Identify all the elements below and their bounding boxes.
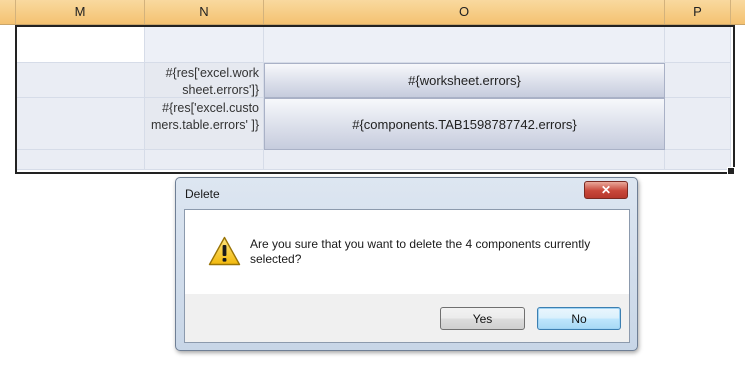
- cell-m4[interactable]: [16, 150, 145, 170]
- cell-o4[interactable]: [264, 150, 665, 170]
- cell-p4[interactable]: [665, 150, 731, 170]
- close-button[interactable]: ✕: [584, 181, 628, 199]
- cell-o2-expression[interactable]: #{worksheet.errors}: [264, 63, 665, 98]
- expression-text: #{components.TAB1598787742.errors}: [352, 116, 577, 132]
- cell-m2[interactable]: [16, 63, 145, 98]
- cell-o3-expression[interactable]: #{components.TAB1598787742.errors}: [264, 98, 665, 150]
- expression-text: #{worksheet.errors}: [408, 73, 521, 88]
- column-header-p[interactable]: P: [665, 0, 731, 24]
- cell-n3-label-key[interactable]: #{res['excel.custo mers.table.errors' ]}: [145, 98, 264, 150]
- warning-icon: [208, 236, 241, 266]
- confirmation-message: Are you sure that you want to delete the…: [250, 237, 591, 266]
- message-area: Are you sure that you want to delete the…: [185, 210, 629, 294]
- cell-n4[interactable]: [145, 150, 264, 170]
- column-header-left-stub[interactable]: [0, 0, 16, 24]
- cell-n1[interactable]: [145, 25, 264, 63]
- cell-n2-label-key[interactable]: #{res['excel.work sheet.errors']}: [145, 63, 264, 98]
- close-icon: ✕: [600, 183, 612, 197]
- column-header-o[interactable]: O: [264, 0, 665, 24]
- yes-button[interactable]: Yes: [440, 307, 525, 330]
- dialog-title: Delete: [185, 187, 220, 201]
- cell-p2[interactable]: [665, 63, 731, 98]
- delete-dialog: Delete ✕ Are you sure that you want to d…: [175, 177, 638, 351]
- no-button[interactable]: No: [537, 307, 621, 330]
- label-key-text: #{res['excel.work sheet.errors']}: [165, 66, 259, 97]
- cell-m3[interactable]: [16, 98, 145, 150]
- label-key-text: #{res['excel.custo mers.table.errors' ]}: [151, 101, 259, 132]
- column-header-right-stub[interactable]: [731, 0, 745, 24]
- column-header-m[interactable]: M: [16, 0, 145, 24]
- cell-p1[interactable]: [665, 25, 731, 63]
- cell-m1[interactable]: [16, 25, 145, 63]
- dialog-body: Are you sure that you want to delete the…: [184, 209, 630, 343]
- cell-p3[interactable]: [665, 98, 731, 150]
- column-header-n[interactable]: N: [145, 0, 264, 24]
- worksheet-grid: #{res['excel.work sheet.errors']} #{work…: [0, 25, 745, 175]
- fill-handle[interactable]: [727, 167, 735, 175]
- cell-o1[interactable]: [264, 25, 665, 63]
- column-header-row: M N O P: [0, 0, 745, 25]
